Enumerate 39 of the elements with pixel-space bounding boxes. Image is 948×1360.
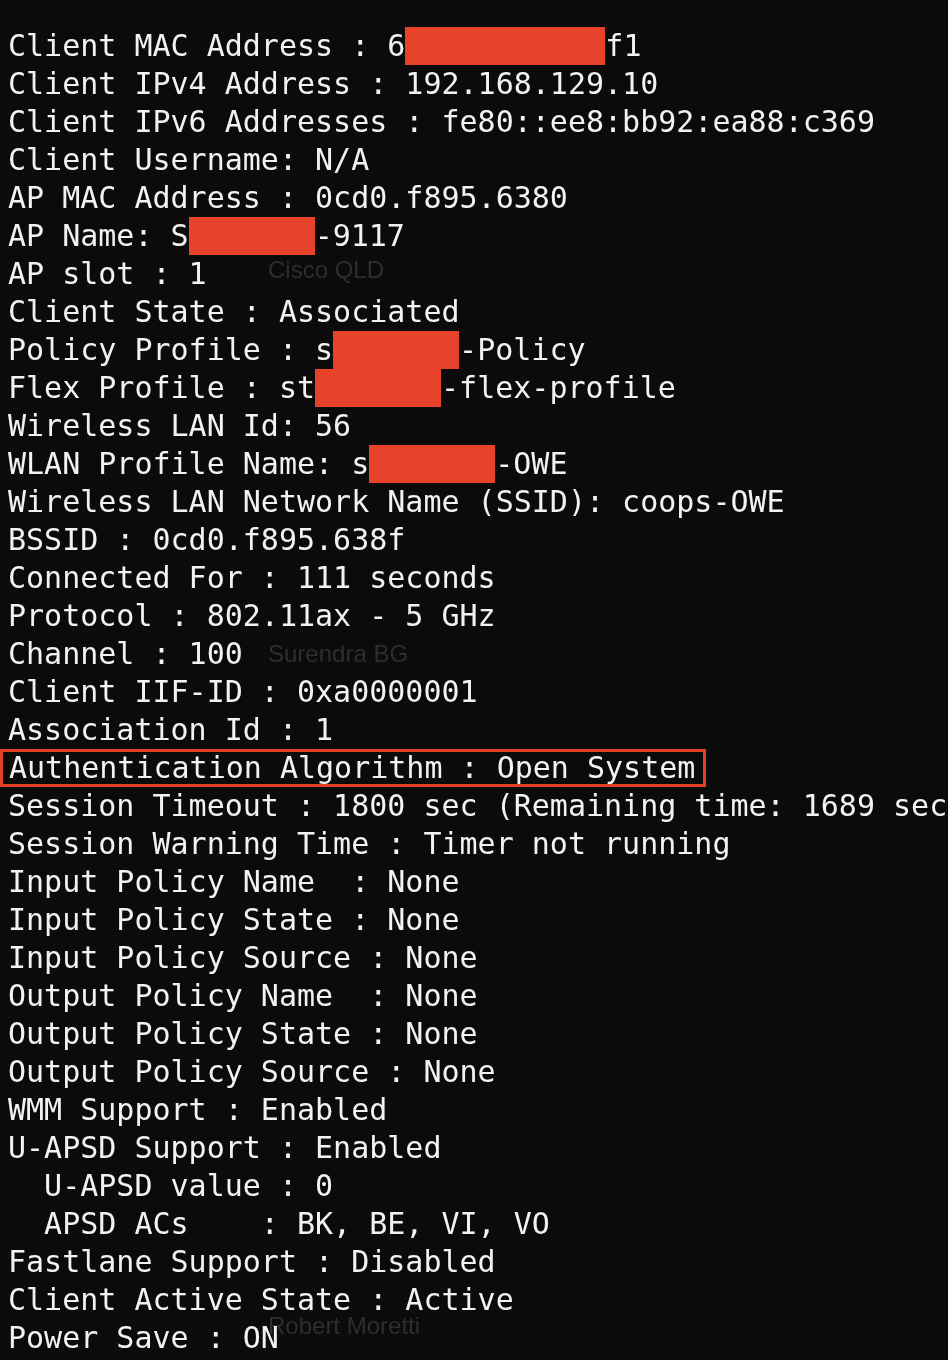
terminal-text: Flex Profile : st (8, 369, 316, 407)
terminal-text: Wireless LAN Network Name (SSID): coops-OWE (8, 483, 785, 521)
terminal-text: U-APSD value : 0 (43, 1167, 334, 1205)
terminal-text: Output Policy Name : None (8, 977, 478, 1015)
terminal-text: Policy Profile : s (8, 331, 334, 369)
terminal-text: Session Timeout : 1800 sec (Remaining time: 1689 sec (8, 787, 948, 825)
terminal-text: WMM Support : Enabled (8, 1091, 388, 1129)
terminal-text: Fastlane Support : Disabled (8, 1243, 496, 1281)
terminal-text: U-APSD Support : Enabled (8, 1129, 442, 1167)
terminal-text: WLAN Profile Name: s (8, 445, 370, 483)
terminal-text: Client State : Associated (8, 293, 460, 331)
terminal-text: -OWE (495, 445, 568, 483)
terminal-text: Authentication Algorithm : Open System (9, 752, 696, 784)
terminal-text: AP Name: S (8, 217, 189, 255)
terminal-text: Client Active State : Active (8, 1281, 514, 1317)
terminal-text: Client IIF-ID : 0xa0000001 (8, 673, 478, 711)
terminal-text: -Policy (459, 331, 586, 369)
terminal-text: f1 (605, 27, 642, 65)
terminal-text: Client MAC Address : 6 (8, 27, 406, 65)
terminal-text: Client IPv6 Addresses : fe80::ee8:bb92:ea88:c369 (8, 103, 875, 141)
terminal-text: AP MAC Address : 0cd0.f895.6380 (8, 179, 568, 217)
terminal-text: Input Policy Source : None (8, 939, 478, 977)
terminal-text: Input Policy Name : None (8, 863, 460, 901)
terminal-text: Output Policy State : None (8, 1015, 478, 1053)
terminal-text: Channel : 100 (8, 635, 243, 673)
terminal-text: Connected For : 111 seconds (8, 559, 496, 597)
terminal-text: BSSID : 0cd0.f895.638f (8, 521, 406, 559)
terminal-text: -flex-profile (441, 369, 676, 407)
terminal-text: Session Warning Time : Timer not running (8, 825, 731, 863)
terminal-text: Association Id : 1 (8, 711, 334, 749)
terminal-text: Wireless LAN Id: 56 (8, 407, 352, 445)
terminal-text: Input Policy State : None (8, 901, 460, 939)
terminal-text: -9117 (314, 217, 405, 255)
terminal-text: Protocol : 802.11ax - 5 GHz (8, 597, 496, 635)
terminal-text: Output Policy Source : None (8, 1053, 496, 1091)
terminal-text: Client Username: N/A (8, 141, 370, 179)
terminal-text: APSD ACs : BK, BE, VI, VO (43, 1205, 550, 1243)
terminal-text: Client IPv4 Address : 192.168.129.10 (8, 65, 659, 103)
terminal-text: AP slot : 1 (8, 255, 207, 293)
